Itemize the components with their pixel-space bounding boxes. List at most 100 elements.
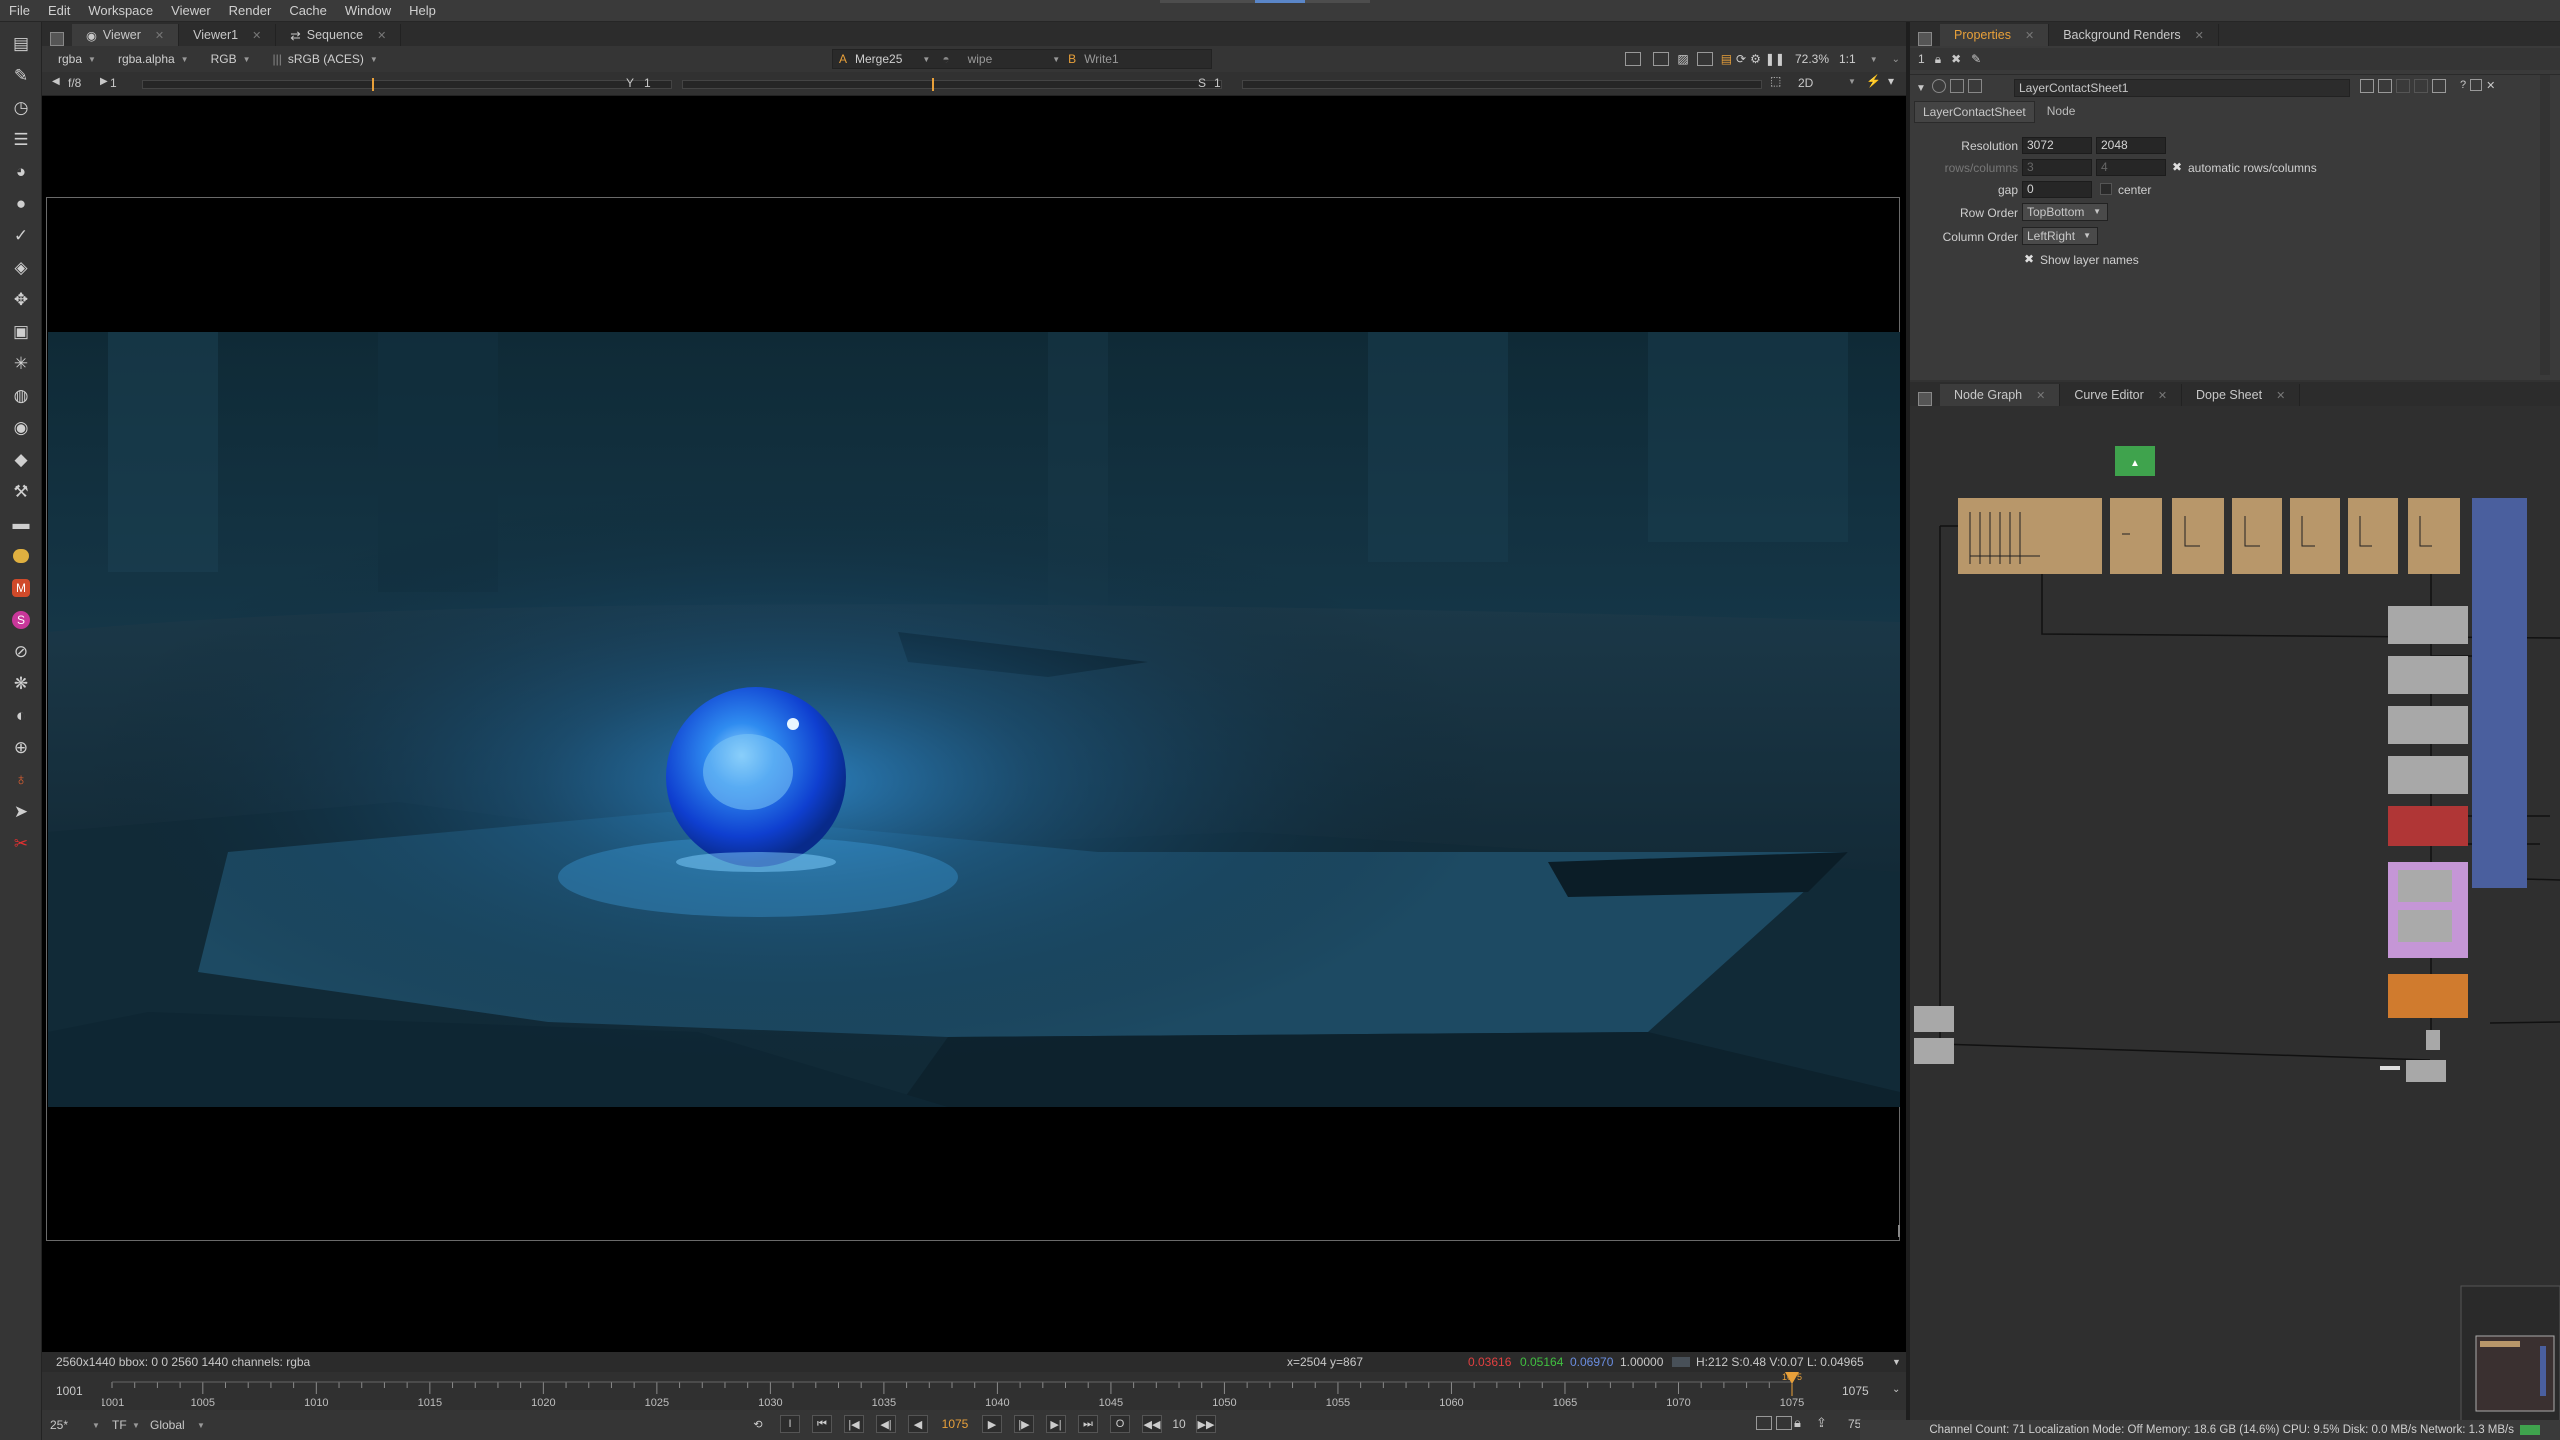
roi-icon[interactable] (1625, 52, 1642, 66)
particle-tools-icon[interactable]: ✳ (9, 352, 33, 376)
splitter-handle[interactable] (1898, 1225, 1904, 1237)
columns-field[interactable]: 4 (2096, 159, 2166, 176)
next-keyframe-icon[interactable]: ▶| (1046, 1415, 1066, 1433)
node-output[interactable] (2406, 1060, 2446, 1082)
fps-dropdown[interactable]: 25* (50, 1418, 68, 1432)
close-icon[interactable]: ✕ (2158, 389, 2167, 402)
node-tan-3[interactable] (2172, 498, 2224, 574)
display-dropdown[interactable]: ||| sRGB (ACES) ▼ (267, 50, 384, 68)
close-icon[interactable]: ✕ (2036, 389, 2045, 402)
revert-icon[interactable] (2396, 79, 2410, 93)
close-icon[interactable]: ✕ (2195, 29, 2204, 42)
skip-back-icon[interactable]: ◀◀ (1142, 1415, 1162, 1433)
node-disable-icon[interactable] (1932, 79, 1946, 93)
node-red[interactable] (2388, 806, 2468, 846)
clip-warning-icon[interactable]: ▨ (1677, 52, 1688, 66)
snap-icon[interactable]: ⚡ (1866, 74, 1881, 88)
wipe-icon[interactable]: ◓ (942, 52, 949, 66)
menu-window[interactable]: Window (336, 3, 400, 18)
tab-sequence[interactable]: ⇄ Sequence ✕ (276, 24, 402, 46)
range-dropdown[interactable]: Global (150, 1418, 185, 1432)
out-point-icon[interactable]: O (1110, 1415, 1130, 1433)
saturation-slider[interactable] (1242, 80, 1762, 89)
node-left-2[interactable] (1914, 1038, 1954, 1064)
node-tan-2[interactable] (2110, 498, 2162, 574)
step-back-icon[interactable]: ◀| (876, 1415, 896, 1433)
play-forward-icon[interactable]: ▶ (982, 1415, 1002, 1433)
clear-icon[interactable]: ✖ (1951, 52, 1961, 66)
node-grey-3[interactable] (2388, 706, 2468, 744)
skip-forward-icon[interactable]: ▶▶ (1196, 1415, 1216, 1433)
plugin-m-icon[interactable]: M (9, 576, 33, 600)
deep-tools-icon[interactable]: ◍ (9, 384, 33, 408)
go-last-icon[interactable]: ⏭ (1078, 1415, 1098, 1433)
tab-background-renders[interactable]: Background Renders ✕ (2049, 24, 2219, 46)
gamma-value[interactable]: 1 (644, 76, 651, 90)
color-tools-icon[interactable]: ◕ (9, 160, 33, 184)
frame-increment-field[interactable]: 10 (1168, 1417, 1190, 1431)
layer-dropdown[interactable]: rgba ▼ (52, 50, 102, 68)
knob-icon[interactable] (2414, 79, 2428, 93)
channel-dropdown[interactable]: rgba.alpha ▼ (112, 50, 195, 68)
plugin-arrow-icon[interactable]: ➤ (9, 800, 33, 824)
zoom-value[interactable]: 72.3% (1795, 52, 1829, 66)
export-icon[interactable]: ⇪ (1816, 1415, 1827, 1431)
undo-icon[interactable] (2360, 79, 2374, 93)
chevron-down-icon[interactable]: ⌄ (1892, 1384, 1900, 1395)
node-purple-inner-1[interactable] (2398, 870, 2452, 902)
resolution-height-field[interactable]: 2048 (2096, 137, 2166, 154)
help-icon[interactable]: ? (2460, 79, 2466, 93)
triangle-left-icon[interactable]: ◀ (52, 76, 60, 87)
lock-icon[interactable]: ▾ (1888, 74, 1894, 88)
close-icon[interactable]: ✕ (2025, 29, 2034, 42)
cryptomatte-icon[interactable] (9, 544, 33, 568)
proxy-icon[interactable] (1696, 52, 1713, 66)
menu-edit[interactable]: Edit (39, 3, 79, 18)
node-tan-5[interactable] (2290, 498, 2340, 574)
chevron-down-icon[interactable]: ⌄ (1892, 54, 1900, 65)
tab-node-graph[interactable]: Node Graph ✕ (1940, 384, 2061, 406)
lock-icon[interactable]: 🔒︎ (1794, 1415, 1801, 1431)
step-forward-icon[interactable]: |▶ (1014, 1415, 1034, 1433)
panel-menu-icon[interactable] (50, 32, 64, 46)
redo-icon[interactable] (2378, 79, 2392, 93)
timeline-end[interactable]: 1075 (1842, 1384, 1869, 1398)
chevron-down-icon[interactable]: ▼ (1892, 1357, 1901, 1367)
node-grey-2[interactable] (2388, 656, 2468, 694)
close-icon[interactable]: ✕ (252, 29, 261, 42)
3d-tools-icon[interactable]: ▣ (9, 320, 33, 344)
plugin-globe-icon[interactable]: ⊕ (9, 736, 33, 760)
node-purple-inner-2[interactable] (2398, 910, 2452, 942)
plugin-circle-icon[interactable]: ⊘ (9, 640, 33, 664)
plugin-sparkle-icon[interactable]: ❋ (9, 672, 33, 696)
tab-viewer1[interactable]: Viewer1 ✕ (179, 24, 277, 46)
gain-slider[interactable] (142, 80, 672, 89)
tab-dope-sheet[interactable]: Dope Sheet ✕ (2182, 384, 2301, 406)
menu-viewer[interactable]: Viewer (162, 3, 220, 18)
roi-select-icon[interactable]: ⬚ (1770, 74, 1781, 88)
flipbook-icon[interactable] (1756, 1416, 1772, 1430)
filter-tools-icon[interactable]: ● (9, 192, 33, 216)
menu-cache[interactable]: Cache (280, 3, 336, 18)
collapse-icon[interactable]: ▼ (1916, 83, 1926, 94)
node-orange[interactable] (2388, 974, 2468, 1018)
toolsets-icon[interactable]: ⚒ (9, 480, 33, 504)
float-icon[interactable] (2432, 79, 2446, 93)
node-pin-icon[interactable] (1968, 79, 1982, 93)
views-tools-icon[interactable]: ◉ (9, 416, 33, 440)
ratio-value[interactable]: 1:1 (1839, 52, 1856, 66)
saturation-value[interactable]: 1 (1214, 76, 1221, 90)
current-frame-field[interactable]: 1075 (934, 1417, 976, 1431)
go-first-icon[interactable]: ⏮ (812, 1415, 832, 1433)
max-panels-field[interactable]: 1 (1918, 52, 1925, 66)
overlay-icon[interactable]: ▤ (1721, 52, 1732, 66)
subtab-node[interactable]: Node (2035, 101, 2088, 123)
pause-icon[interactable]: ❚❚ (1765, 52, 1785, 66)
gamma-slider[interactable] (682, 80, 1222, 89)
refresh-icon[interactable]: ⟳ (1736, 52, 1746, 66)
time-tools-icon[interactable]: ◷ (9, 96, 33, 120)
node-name-field[interactable]: LayerContactSheet1 (2014, 79, 2350, 97)
gain-slider-handle[interactable] (372, 78, 374, 91)
gamma-slider-handle[interactable] (932, 78, 934, 91)
close-icon[interactable]: ✕ (377, 29, 386, 42)
